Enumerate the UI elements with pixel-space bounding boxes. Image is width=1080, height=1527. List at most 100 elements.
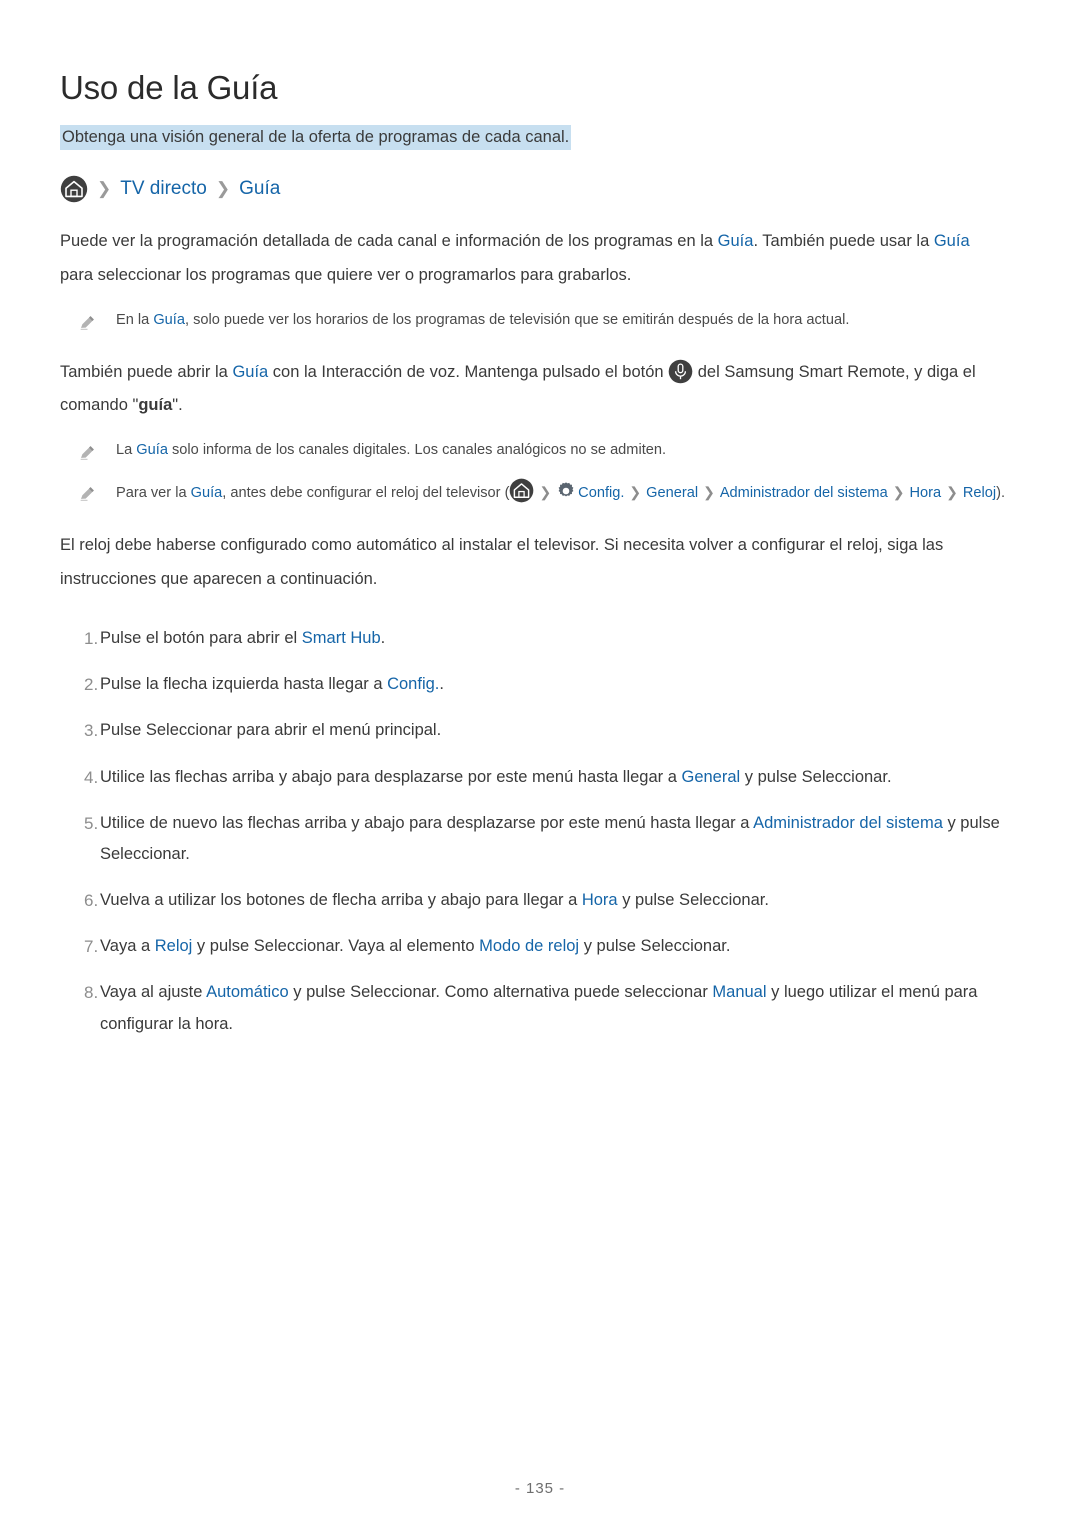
step-number: 1. xyxy=(84,628,99,648)
steps-list: 1. Pulse el botón para abrir el Smart Hub… xyxy=(60,623,1020,1040)
pencil-icon xyxy=(78,478,116,507)
step-number: 5. xyxy=(84,814,99,834)
breadcrumb-separator-icon: ❯ xyxy=(892,484,905,501)
inline-link-reloj[interactable]: Reloj xyxy=(963,485,996,501)
paragraph-text: Puede ver la programación detallada de c… xyxy=(60,231,718,250)
step-number: 7. xyxy=(84,937,99,957)
pencil-icon xyxy=(78,307,116,334)
inline-link[interactable]: Manual xyxy=(712,983,766,1001)
page-subtitle-row: Obtenga una visión general de la oferta … xyxy=(60,124,1020,150)
voice-command-emphasis: guía xyxy=(138,396,173,415)
gear-icon xyxy=(556,481,576,501)
microphone-icon xyxy=(668,359,693,384)
step-text-segment: y pulse Seleccionar. xyxy=(579,937,731,956)
step-number: 8. xyxy=(84,983,99,1003)
step-text: Vaya a Reloj y pulse Seleccionar. Vaya a… xyxy=(100,931,730,963)
inline-link-guia[interactable]: Guía xyxy=(153,312,185,328)
page-number: - 135 - xyxy=(514,1480,566,1497)
note-text-segment: , solo puede ver los horarios de los pro… xyxy=(184,311,850,328)
step-text-segment: y pulse Seleccionar. Vaya al elemento xyxy=(192,937,480,956)
paragraph-overview: Puede ver la programación detallada de c… xyxy=(60,225,995,293)
note-text-segment: , antes debe configurar el reloj del tel… xyxy=(222,485,510,502)
note-text-segment: La xyxy=(116,442,137,459)
paragraph-text: . También puede usar la xyxy=(753,231,934,250)
note-item-clock-path: Para ver la Guía, antes debe configurar … xyxy=(78,478,1018,507)
note-text: Para ver la Guía, antes debe configurar … xyxy=(116,478,1005,507)
note-item: La Guía solo informa de los canales digi… xyxy=(78,437,1018,464)
step-text-segment: Vaya a xyxy=(100,937,155,956)
document-page: Uso de la Guía Obtenga una visión genera… xyxy=(0,0,1080,1527)
paragraph-text: El reloj debe haberse configurado como a… xyxy=(60,536,944,589)
inline-link-general[interactable]: General xyxy=(646,485,698,501)
paragraph-text: ". xyxy=(172,396,183,415)
step-text-segment: y pulse Seleccionar. xyxy=(617,890,769,909)
step-text-segment: Utilice las flechas arriba y abajo para … xyxy=(100,767,682,786)
step-text-segment: Vaya al ajuste xyxy=(100,983,207,1002)
step-text: Utilice de nuevo las flechas arriba y ab… xyxy=(100,808,1005,871)
step-item: 7. Vaya a Reloj y pulse Seleccionar. Vaya… xyxy=(60,931,1005,963)
note-item: En la Guía, solo puede ver los horarios … xyxy=(78,307,1018,334)
inline-link-hora[interactable]: Hora xyxy=(909,485,941,501)
note-text: La Guía solo informa de los canales digi… xyxy=(116,437,666,464)
step-item: 5. Utilice de nuevo las flechas arriba y … xyxy=(60,808,1005,871)
inline-link[interactable]: Automático xyxy=(206,983,289,1001)
inline-link-guia[interactable]: Guía xyxy=(191,485,223,501)
breadcrumb-separator-icon: ❯ xyxy=(215,179,231,199)
breadcrumb: ❯ TV directo ❯ Guía xyxy=(60,175,1020,203)
step-text-segment: Pulse la flecha izquierda hasta llegar a xyxy=(100,675,388,694)
note-text: En la Guía, solo puede ver los horarios … xyxy=(116,307,849,334)
step-item: 2. Pulse la flecha izquierda hasta llegar… xyxy=(60,669,1005,701)
inline-link[interactable]: Reloj xyxy=(155,937,193,955)
step-item: 6. Vuelva a utilizar los botones de flech… xyxy=(60,885,1005,917)
note-text-segment: En la xyxy=(116,311,154,328)
step-text-segment: y pulse Seleccionar. Como alternativa pu… xyxy=(288,983,713,1002)
step-text: Utilice las flechas arriba y abajo para … xyxy=(100,762,892,794)
paragraph-text: También puede abrir la xyxy=(60,362,233,381)
inline-link[interactable]: Administrador del sistema xyxy=(753,814,943,832)
breadcrumb-separator-icon: ❯ xyxy=(539,484,552,501)
breadcrumb-item-tv-directo[interactable]: TV directo xyxy=(120,178,207,200)
paragraph-text: con la Interacción de voz. Mantenga puls… xyxy=(268,362,669,381)
step-text-segment: y pulse Seleccionar. xyxy=(740,767,892,786)
step-item: 1. Pulse el botón para abrir el Smart Hub… xyxy=(60,623,1005,655)
inline-link[interactable]: Hora xyxy=(582,891,618,909)
step-text-segment: Pulse el botón para abrir el xyxy=(100,628,302,647)
step-text-segment: Utilice de nuevo las flechas arriba y ab… xyxy=(100,814,754,833)
pencil-icon xyxy=(78,437,116,464)
inline-link-guia[interactable]: Guía xyxy=(136,442,168,458)
note-text-segment: ). xyxy=(996,485,1006,502)
inline-link[interactable]: Modo de reloj xyxy=(479,937,579,955)
inline-link[interactable]: Config. xyxy=(387,675,439,693)
inline-link-guia[interactable]: Guía xyxy=(232,363,268,381)
step-text-segment: . xyxy=(380,628,386,647)
inline-link[interactable]: General xyxy=(681,768,740,786)
step-text: Vuelva a utilizar los botones de flecha … xyxy=(100,885,769,917)
breadcrumb-item-guia[interactable]: Guía xyxy=(239,178,280,200)
paragraph-text: para seleccionar los programas que quier… xyxy=(60,265,632,284)
page-title: Uso de la Guía xyxy=(60,69,278,106)
inline-link-config[interactable]: Config. xyxy=(578,485,624,501)
breadcrumb-separator-icon: ❯ xyxy=(97,179,112,199)
step-item: 4. Utilice las flechas arriba y abajo par… xyxy=(60,762,1005,794)
inline-link-guia[interactable]: Guía xyxy=(718,232,754,250)
step-text-segment: Vuelva a utilizar los botones de flecha … xyxy=(100,890,582,909)
breadcrumb-separator-icon: ❯ xyxy=(703,484,715,501)
step-number: 3. xyxy=(84,721,99,741)
step-number: 4. xyxy=(84,767,99,787)
breadcrumb-separator-icon: ❯ xyxy=(629,484,642,501)
inline-link-administrador-del-sistema[interactable]: Administrador del sistema xyxy=(720,485,888,501)
inline-link-guia[interactable]: Guía xyxy=(934,232,970,250)
paragraph-clock-intro: El reloj debe haberse configurado como a… xyxy=(60,529,995,597)
inline-link[interactable]: Smart Hub xyxy=(302,629,381,647)
page-subtitle-highlight: Obtenga una visión general de la oferta … xyxy=(60,124,572,150)
step-text: Pulse Seleccionar para abrir el menú pri… xyxy=(100,715,441,747)
step-item: 8. Vaya al ajuste Automático y pulse Sele… xyxy=(60,977,1005,1040)
step-text-segment: Pulse Seleccionar para abrir el menú pri… xyxy=(100,721,442,740)
home-icon xyxy=(509,478,534,503)
note-text-segment: Para ver la xyxy=(116,485,191,502)
step-text-segment: . xyxy=(439,675,444,694)
step-text: Pulse el botón para abrir el Smart Hub. xyxy=(100,623,385,655)
step-text: Vaya al ajuste Automático y pulse Selecc… xyxy=(100,977,1005,1040)
step-number: 2. xyxy=(84,675,99,695)
home-icon xyxy=(60,175,88,203)
